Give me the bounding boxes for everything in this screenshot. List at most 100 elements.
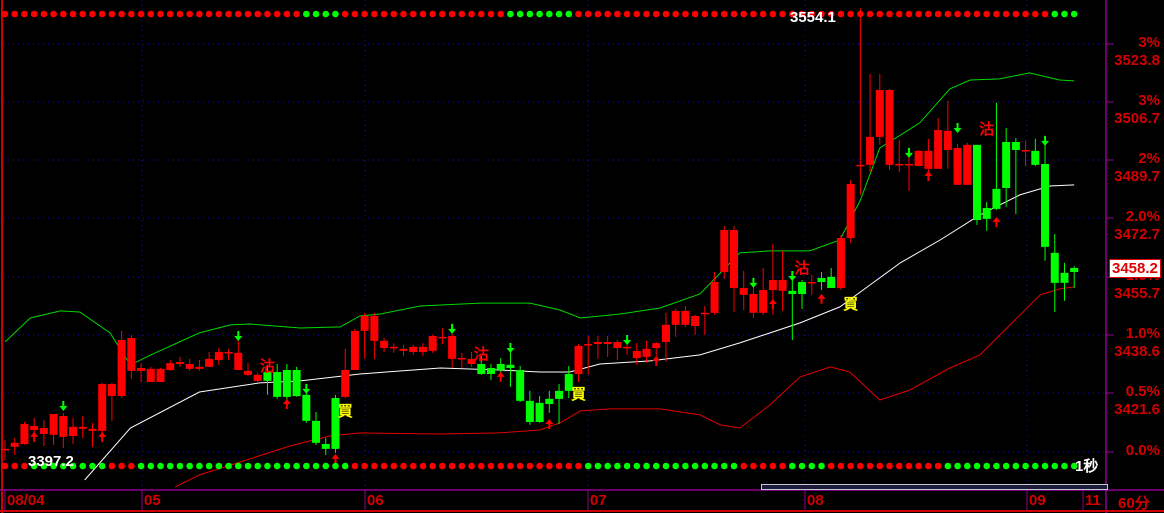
top-signal-dot	[409, 10, 417, 18]
candle-body	[798, 282, 807, 294]
arrow-head	[623, 340, 632, 345]
x-axis-date-label: 05	[144, 492, 161, 509]
horizontal-scrollbar[interactable]	[761, 484, 1108, 490]
top-signal-dot	[1012, 10, 1020, 18]
bottom-signal-dot	[118, 462, 125, 470]
y-axis-pct-label: 1.0%	[1125, 325, 1160, 342]
top-signal-dot	[448, 10, 456, 18]
y-axis-pct-label: 2%	[1138, 150, 1160, 167]
candle	[88, 422, 97, 447]
bottom-signal-dot	[886, 462, 893, 470]
bottom-signal-dot	[857, 462, 864, 470]
candle-body	[525, 400, 534, 422]
candle-body	[117, 340, 126, 396]
candle	[992, 102, 1001, 210]
arrow-head	[953, 128, 962, 133]
candle	[1011, 138, 1020, 214]
candle	[10, 438, 19, 455]
top-signal-dot	[623, 10, 631, 18]
candle	[282, 364, 291, 400]
candle	[866, 74, 875, 172]
y-axis-price-label: 3421.6	[1114, 401, 1160, 418]
y-axis-price-label: 3489.7	[1114, 168, 1160, 185]
tick-interval-label: 1秒	[1075, 458, 1099, 475]
top-signal-dot	[584, 10, 592, 18]
top-signal-dot	[293, 10, 300, 18]
bottom-signal-dot	[866, 462, 874, 470]
top-signal-dot	[759, 10, 767, 18]
candle-body	[302, 394, 311, 421]
top-signal-dot	[186, 10, 193, 18]
top-signal-dot	[1070, 10, 1078, 18]
candle-body	[895, 164, 904, 166]
bottom-signal-dot	[837, 462, 845, 470]
candle-body	[1011, 142, 1020, 150]
top-signal-dot	[740, 10, 748, 18]
x-axis-date-label: 11	[1085, 492, 1101, 509]
top-signal-dot	[332, 10, 339, 18]
candle-body	[10, 442, 19, 447]
candle-body	[623, 346, 632, 349]
bottom-signal-dot	[254, 462, 262, 470]
candle	[185, 358, 194, 371]
bottom-signal-dot	[798, 462, 806, 470]
bottom-signal-dot	[565, 462, 573, 470]
top-signal-dot	[147, 10, 155, 18]
candle-body	[175, 362, 184, 364]
buy-arrow-icon	[98, 431, 107, 442]
candle-body	[768, 280, 777, 290]
candle-body	[59, 416, 68, 437]
bottom-signal-dot	[176, 462, 184, 470]
candle	[98, 382, 107, 436]
candle-body	[759, 290, 768, 313]
arrow-head	[904, 152, 913, 158]
lower-band-line	[174, 286, 1075, 488]
top-signal-dot	[50, 10, 57, 18]
candle	[739, 270, 748, 310]
candle-body	[671, 310, 680, 325]
candle	[934, 118, 943, 169]
top-signal-dot	[118, 10, 125, 18]
bottom-signal-dot	[507, 462, 514, 470]
candle-body	[730, 230, 738, 288]
buy-signal-label: 買	[571, 385, 586, 403]
bottom-signal-dot	[157, 462, 164, 470]
arrow-head	[749, 282, 758, 288]
top-signal-dot	[555, 10, 563, 18]
arrow-head	[282, 399, 291, 404]
candle	[49, 414, 58, 445]
top-signal-dot	[886, 10, 893, 18]
candle-body	[691, 316, 700, 326]
arrow-head	[1041, 140, 1050, 146]
top-signal-dot	[614, 10, 621, 18]
top-signal-dot	[691, 10, 699, 18]
candle	[341, 348, 350, 398]
top-signal-dot	[225, 10, 232, 18]
top-signal-dot	[925, 10, 932, 18]
candle-body	[360, 316, 369, 331]
top-signal-dot	[963, 10, 971, 18]
period-selector[interactable]: 60分	[1118, 492, 1150, 513]
candle	[78, 416, 87, 438]
candle-body	[963, 144, 972, 185]
candle-body	[312, 420, 321, 443]
bottom-signal-dot	[672, 462, 679, 470]
candle	[214, 348, 223, 365]
candle	[691, 314, 700, 335]
bottom-signal-dot	[604, 462, 611, 470]
candle	[438, 328, 447, 344]
y-axis-price-label: 3523.8	[1114, 52, 1160, 69]
top-signal-dot	[79, 10, 87, 18]
candle-body	[224, 352, 233, 354]
buy-signal-label: 買	[843, 295, 858, 313]
candle	[846, 180, 855, 243]
top-signal-dot	[419, 10, 427, 18]
top-signal-dot	[594, 10, 602, 18]
candle	[107, 382, 116, 421]
candle-body	[185, 364, 194, 369]
bottom-signal-dot	[1051, 462, 1059, 470]
candle	[418, 343, 427, 356]
y-axis-pct-label: 2.0%	[1125, 208, 1160, 225]
candle-body	[244, 370, 252, 375]
candle-body	[88, 428, 97, 431]
